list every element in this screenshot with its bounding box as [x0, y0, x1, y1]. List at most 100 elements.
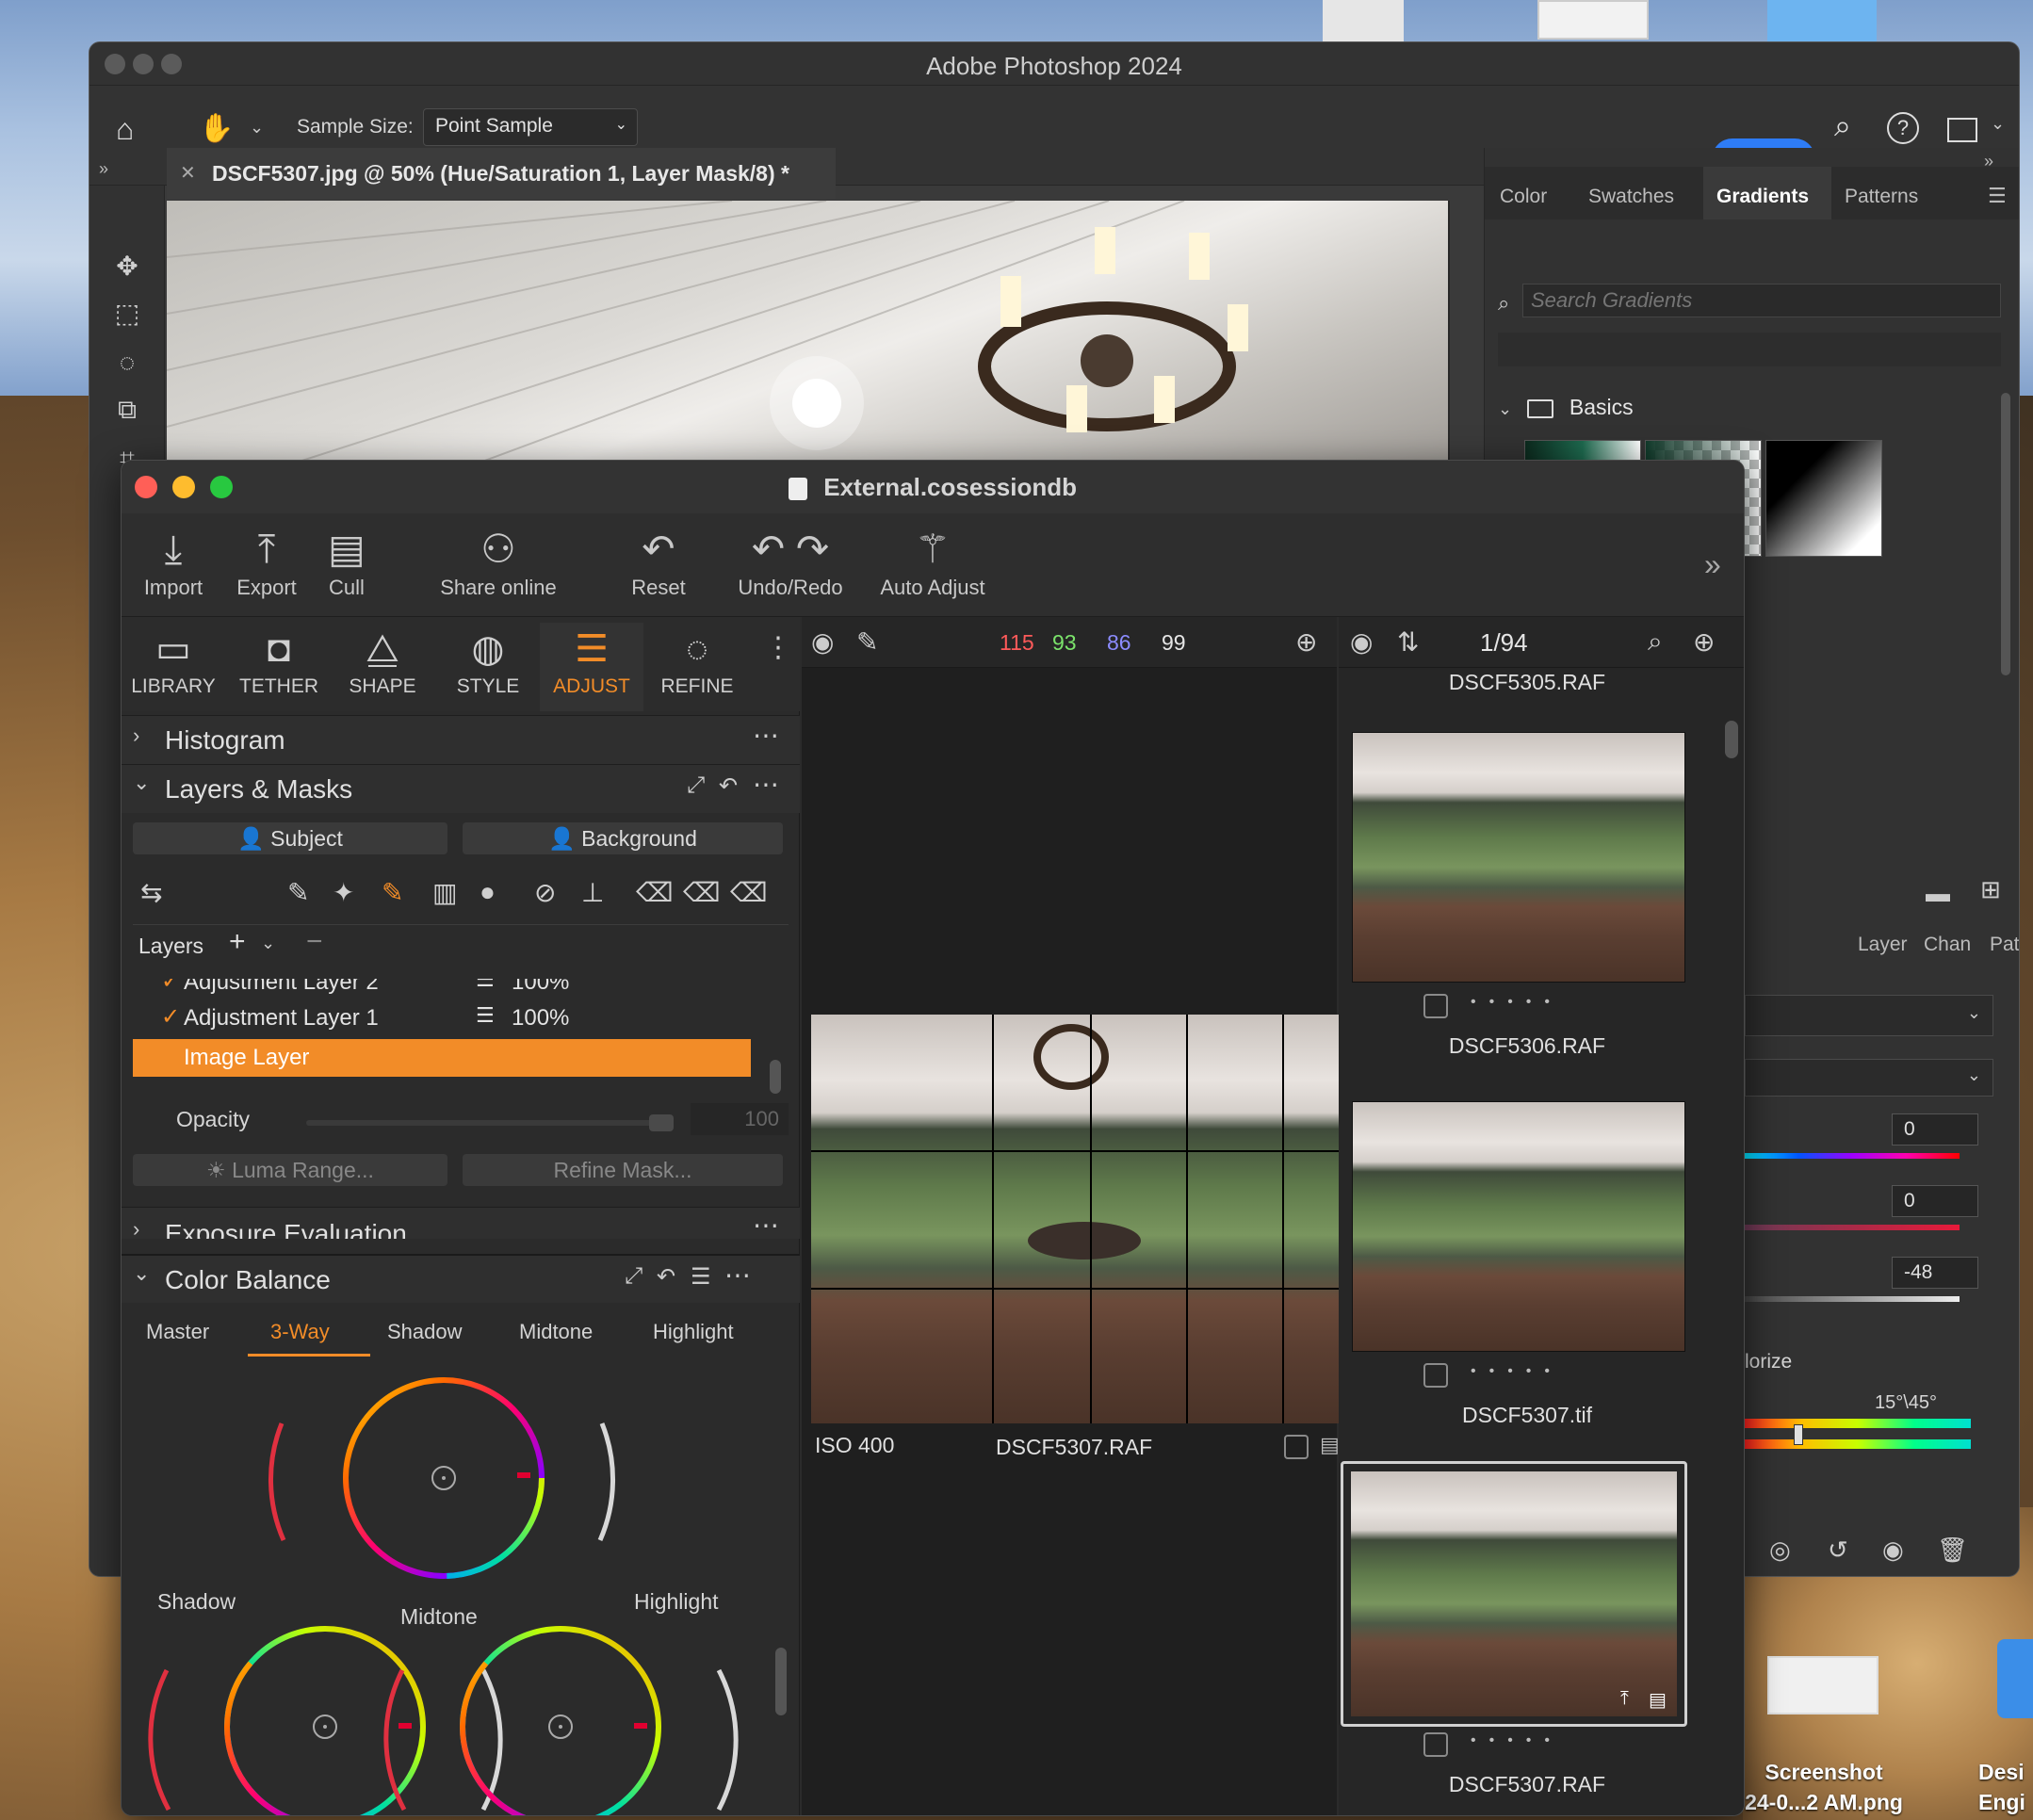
layer-row-selected[interactable]: Image Layer	[133, 1039, 751, 1077]
cb-tab-highlight[interactable]: Highlight	[653, 1320, 734, 1344]
tab-adjust[interactable]: ☰ ADJUST	[540, 623, 643, 711]
heal-icon[interactable]: ⊘	[534, 877, 556, 908]
brush-icon[interactable]: ✎	[287, 877, 309, 908]
cb-tab-midtone[interactable]: Midtone	[519, 1320, 593, 1344]
auto-adjust-button[interactable]: ⚚ Auto Adjust	[862, 523, 1003, 600]
layer-row[interactable]: ✓ Adjustment Layer 1 ☰ 100%	[133, 999, 755, 1037]
browser-scrollbar[interactable]	[1725, 721, 1738, 758]
undo-redo-button[interactable]: ↶ ↷ Undo/Redo	[724, 523, 856, 600]
visibility-icon[interactable]: ◉	[1882, 1536, 1904, 1565]
swap-icon[interactable]: ⇆	[140, 877, 162, 908]
clip-to-layer-icon[interactable]: ◎	[1769, 1536, 1791, 1565]
luma-range-button[interactable]: ☀ Luma Range...	[133, 1154, 447, 1186]
object-selection-tool-icon[interactable]: ⧉	[105, 389, 150, 431]
sort-icon[interactable]: ⇅	[1397, 626, 1419, 658]
marquee-tool-icon[interactable]: ⬚	[105, 293, 150, 334]
layers-masks-section-header[interactable]: ⌄ Layers & Masks ⤢ ↶ ⋯	[122, 764, 800, 813]
chevron-down-icon[interactable]: ⌄	[250, 118, 264, 138]
sample-size-select[interactable]: Point Sample ⌄	[423, 108, 638, 146]
tab-shape[interactable]: ⧋ SHAPE	[331, 623, 434, 698]
thumbnail[interactable]	[1352, 1101, 1685, 1352]
tab-tether[interactable]: ◘ TETHER	[227, 623, 331, 698]
layer-row[interactable]: ✓ Adjustment Layer 2 ☰ 100%	[133, 979, 755, 1001]
desktop-folder-icon[interactable]	[1997, 1639, 2033, 1718]
cb-tab-3way[interactable]: 3-Way	[270, 1320, 330, 1344]
search-icon[interactable]: ⌕	[1648, 626, 1663, 658]
expand-icon[interactable]: ⤢	[625, 1263, 642, 1290]
co-viewer[interactable]: ◉ ✎ 115 93 86 99 ⊕ ISO 400 DSCF5307.RAF …	[802, 617, 1359, 1815]
channel-select[interactable]: ⌄	[1745, 1059, 1993, 1097]
ai-eraser-icon[interactable]: ⌫	[730, 877, 768, 908]
preset-select[interactable]: ⌄	[1745, 995, 1993, 1036]
rating-stars[interactable]: •••••	[1471, 1363, 1563, 1380]
lightness-slider[interactable]	[1745, 1296, 1960, 1302]
add-layer-icon[interactable]: +	[229, 926, 246, 958]
thumbnail[interactable]	[1352, 732, 1685, 983]
thumbnail-checkbox[interactable]	[1423, 1732, 1448, 1757]
chevron-down-icon[interactable]: ⌄	[1991, 114, 2005, 134]
subject-mask-button[interactable]: 👤 Subject	[133, 822, 447, 854]
hue-value-field[interactable]: 0	[1892, 1113, 1978, 1146]
remove-layer-icon[interactable]: −	[306, 926, 323, 958]
more-options-icon[interactable]: ⋯	[753, 769, 779, 800]
opacity-value-field[interactable]: 100	[691, 1103, 789, 1135]
eye-icon[interactable]: ◉	[1350, 626, 1373, 658]
eraser-icon[interactable]: ⌫	[636, 877, 674, 908]
thumbnail[interactable]	[1351, 1471, 1677, 1716]
main-photo[interactable]	[811, 1015, 1359, 1423]
tab-style[interactable]: ◍ STYLE	[436, 623, 540, 698]
saturation-slider[interactable]	[1745, 1225, 1960, 1230]
tab-swatches[interactable]: Swatches	[1588, 186, 1674, 208]
thumbnail-checkbox[interactable]	[1423, 1363, 1448, 1388]
chevron-down-icon[interactable]: ⌄	[261, 934, 275, 953]
panel-scrollbar[interactable]	[2001, 393, 2010, 675]
picker-icon[interactable]: ✎	[856, 626, 878, 658]
background-mask-button[interactable]: 👤 Background	[463, 822, 783, 854]
opacity-slider[interactable]	[306, 1114, 674, 1131]
zoom-icon[interactable]: ⊕	[1295, 626, 1317, 658]
expand-icon[interactable]: ⤢	[687, 772, 705, 799]
ai-brush-icon[interactable]: ✎	[382, 877, 403, 908]
tab-channels[interactable]: Chan	[1924, 934, 1971, 956]
cull-button[interactable]: ▤ Cull	[310, 523, 383, 600]
hue-range-handle[interactable]	[1794, 1424, 1803, 1445]
reset-icon[interactable]: ↶	[657, 1263, 675, 1291]
exposure-evaluation-header[interactable]: › Exposure Evaluation ⋯	[122, 1207, 800, 1239]
desktop-file-icon[interactable]	[1767, 1656, 1878, 1714]
zoom-icon[interactable]: ⊕	[1693, 626, 1715, 658]
viewer-select-checkbox[interactable]	[1284, 1435, 1309, 1459]
linear-gradient-icon[interactable]: ▥	[432, 877, 457, 908]
trash-icon[interactable]: 🗑	[1937, 1536, 1968, 1565]
rating-stars[interactable]: •••••	[1471, 1732, 1563, 1749]
tab-gradients[interactable]: Gradients	[1716, 186, 1809, 208]
more-tabs-icon[interactable]: ⋮	[764, 634, 792, 662]
refine-mask-button[interactable]: Refine Mask...	[463, 1154, 783, 1186]
close-tab-icon[interactable]: ✕	[180, 161, 196, 185]
gradient-search-input[interactable]	[1522, 284, 2001, 317]
magic-brush-icon[interactable]: ✦	[333, 877, 354, 908]
saturation-value-field[interactable]: 0	[1892, 1185, 1978, 1217]
new-layer-icon[interactable]: ⊞	[1980, 875, 2001, 904]
gradient-folder-basics[interactable]: ⌄ Basics	[1498, 395, 1988, 432]
cb-tab-shadow[interactable]: Shadow	[387, 1320, 463, 1344]
reset-icon[interactable]: ↶	[719, 772, 738, 800]
search-icon[interactable]: ⌕	[1834, 108, 1851, 144]
home-icon[interactable]: ⌂	[116, 112, 134, 147]
rating-stars[interactable]: •••••	[1471, 994, 1563, 1011]
layers-scrollbar[interactable]	[770, 1060, 781, 1094]
panel-menu-icon[interactable]: ☰	[1988, 184, 2007, 208]
tab-patterns[interactable]: Patterns	[1845, 186, 1918, 208]
reset-icon[interactable]: ↺	[1828, 1536, 1848, 1565]
tab-refine[interactable]: ◌ REFINE	[645, 623, 749, 698]
opacity-slider-handle[interactable]	[649, 1114, 674, 1131]
move-tool-icon[interactable]: ✥	[105, 246, 150, 287]
tab-color[interactable]: Color	[1500, 186, 1547, 208]
help-icon[interactable]: ?	[1887, 112, 1919, 144]
tab-layers[interactable]: Layer	[1858, 934, 1908, 956]
colorize-label[interactable]: lorize	[1745, 1351, 1792, 1373]
color-balance-section-header[interactable]: ⌄ Color Balance ⤢ ↶ ☰ ⋯	[122, 1254, 800, 1303]
thumbnail-checkbox[interactable]	[1423, 994, 1448, 1018]
expand-panels-icon[interactable]: »	[99, 159, 108, 179]
tab-paths[interactable]: Paths	[1990, 934, 2019, 956]
hue-slider[interactable]	[1745, 1153, 1960, 1159]
